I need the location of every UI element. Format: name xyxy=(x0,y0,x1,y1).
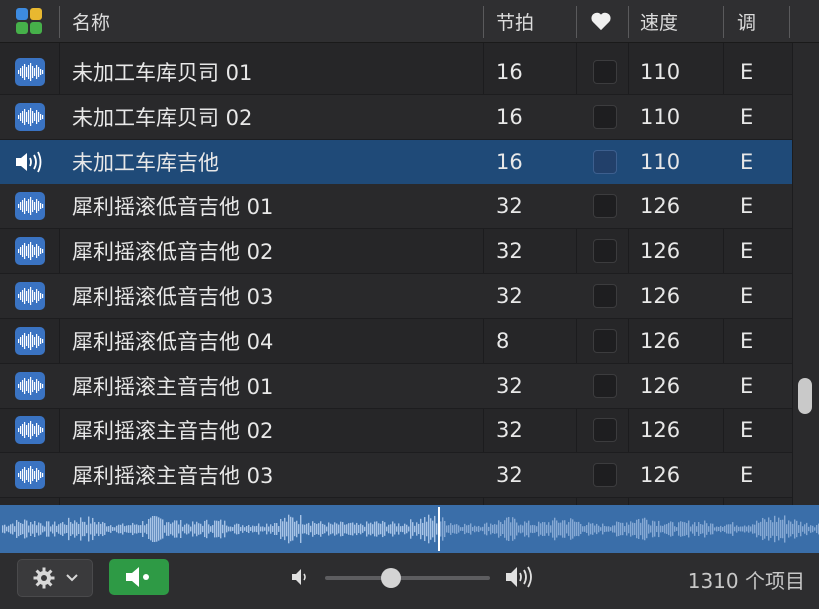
item-beats: 8 xyxy=(496,328,510,353)
waveform-icon[interactable] xyxy=(15,461,45,490)
item-key: E xyxy=(740,104,754,129)
item-tempo: 126 xyxy=(640,373,681,398)
grid-quadrant-icon[interactable] xyxy=(15,0,43,42)
list-item[interactable]: 犀利摇滚主音吉他 01 32 126 E xyxy=(0,363,792,409)
favorite-checkbox[interactable] xyxy=(593,149,617,174)
waveform-icon[interactable] xyxy=(15,237,45,266)
item-tempo: 126 xyxy=(640,284,681,308)
waveform-icon[interactable] xyxy=(15,192,45,221)
playhead[interactable] xyxy=(438,507,440,551)
volume-slider-knob[interactable] xyxy=(381,568,401,588)
footer-bar: 1310 个项目 xyxy=(0,553,819,609)
item-name: 未加工车库贝司 02 xyxy=(72,105,253,130)
list-item[interactable]: 犀利摇滚主音吉他 03 32 126 E xyxy=(0,453,792,499)
item-name: 犀利摇滚低音吉他 04 xyxy=(72,329,274,354)
waveform-icon[interactable] xyxy=(15,416,45,445)
item-beats: 32 xyxy=(496,463,523,488)
loop-list: 未加工车库贝司 01 16 110 E 未加工车库贝司 02 16 110 E 未… xyxy=(0,43,792,505)
favorite-checkbox[interactable] xyxy=(593,60,617,84)
waveform-preview[interactable] xyxy=(0,505,819,553)
scrollbar-thumb[interactable] xyxy=(798,378,812,414)
volume-low-icon xyxy=(291,567,311,591)
settings-menu-button[interactable] xyxy=(17,559,93,597)
column-beats[interactable]: 节拍 xyxy=(496,0,534,42)
item-name: 未加工车库吉他 xyxy=(72,150,219,175)
list-item[interactable]: 未加工车库贝司 02 16 110 E xyxy=(0,94,792,140)
column-key[interactable]: 调 xyxy=(737,0,756,42)
column-name[interactable]: 名称 xyxy=(72,0,110,42)
column-tempo[interactable]: 速度 xyxy=(640,0,678,42)
favorite-checkbox[interactable] xyxy=(593,239,617,264)
item-beats: 32 xyxy=(496,373,523,398)
item-tempo: 126 xyxy=(640,239,681,264)
vertical-scrollbar[interactable] xyxy=(792,43,819,505)
list-item[interactable]: 犀利摇滚低音吉他 01 32 126 E xyxy=(0,184,792,230)
volume-high-icon xyxy=(505,565,537,593)
preview-toggle-button[interactable] xyxy=(109,559,169,595)
item-name: 犀利摇滚主音吉他 01 xyxy=(72,374,274,399)
item-beats: 16 xyxy=(496,60,523,84)
item-beats: 32 xyxy=(496,239,523,264)
item-key: E xyxy=(740,194,754,219)
list-item[interactable]: 未加工车库吉他 16 110 E xyxy=(0,139,792,185)
item-name: 未加工车库贝司 01 xyxy=(72,61,253,85)
item-tempo: 126 xyxy=(640,418,681,443)
speaker-playing-icon[interactable] xyxy=(15,148,45,176)
item-beats: 32 xyxy=(496,194,523,219)
item-name: 犀利摇滚主音吉他 02 xyxy=(72,419,274,444)
gear-icon xyxy=(32,566,56,590)
item-key: E xyxy=(740,239,754,264)
item-tempo: 126 xyxy=(640,194,681,219)
favorite-checkbox[interactable] xyxy=(593,463,617,488)
favorite-checkbox[interactable] xyxy=(593,373,617,398)
item-name: 犀利摇滚低音吉他 03 xyxy=(72,285,274,309)
item-beats: 16 xyxy=(496,149,523,174)
favorite-checkbox[interactable] xyxy=(593,104,617,129)
item-key: E xyxy=(740,418,754,443)
item-key: E xyxy=(740,373,754,398)
waveform-icon[interactable] xyxy=(15,371,45,400)
item-beats: 16 xyxy=(496,104,523,129)
favorite-checkbox[interactable] xyxy=(593,328,617,353)
favorite-checkbox[interactable] xyxy=(593,194,617,219)
column-header: 名称 节拍 速度 调 xyxy=(0,0,819,43)
speaker-preview-icon xyxy=(124,566,154,588)
list-item[interactable]: 犀利摇滚低音吉他 04 8 126 E xyxy=(0,319,792,364)
item-name: 犀利摇滚低音吉他 01 xyxy=(72,195,274,220)
item-tempo: 126 xyxy=(640,463,681,488)
volume-slider[interactable] xyxy=(325,576,490,580)
item-tempo: 110 xyxy=(640,149,681,174)
favorite-checkbox[interactable] xyxy=(593,418,617,443)
item-name: 犀利摇滚主音吉他 03 xyxy=(72,464,274,489)
favorite-checkbox[interactable] xyxy=(593,284,617,308)
item-name: 犀利摇滚低音吉他 02 xyxy=(72,240,274,265)
list-item[interactable]: 犀利摇滚主音吉他 02 32 126 E xyxy=(0,408,792,454)
item-beats: 32 xyxy=(496,284,523,308)
item-key: E xyxy=(740,328,754,353)
item-tempo: 110 xyxy=(640,60,681,84)
item-count: 1310 个项目 xyxy=(687,569,805,593)
waveform-icon[interactable] xyxy=(15,326,45,355)
item-tempo: 126 xyxy=(640,328,681,353)
item-key: E xyxy=(740,284,754,308)
waveform-icon[interactable] xyxy=(15,282,45,310)
chevron-down-icon xyxy=(66,574,78,582)
item-beats: 32 xyxy=(496,418,523,443)
list-item[interactable]: 犀利摇滚低音吉他 02 32 126 E xyxy=(0,229,792,275)
item-key: E xyxy=(740,60,754,84)
heart-icon[interactable] xyxy=(590,0,612,42)
list-item[interactable]: 犀利摇滚低音吉他 03 32 126 E xyxy=(0,274,792,319)
list-item[interactable]: 未加工车库贝司 01 16 110 E xyxy=(0,50,792,95)
item-key: E xyxy=(740,463,754,488)
waveform-icon[interactable] xyxy=(15,58,45,86)
waveform-icon[interactable] xyxy=(15,102,45,131)
item-tempo: 110 xyxy=(640,104,681,129)
item-key: E xyxy=(740,149,754,174)
